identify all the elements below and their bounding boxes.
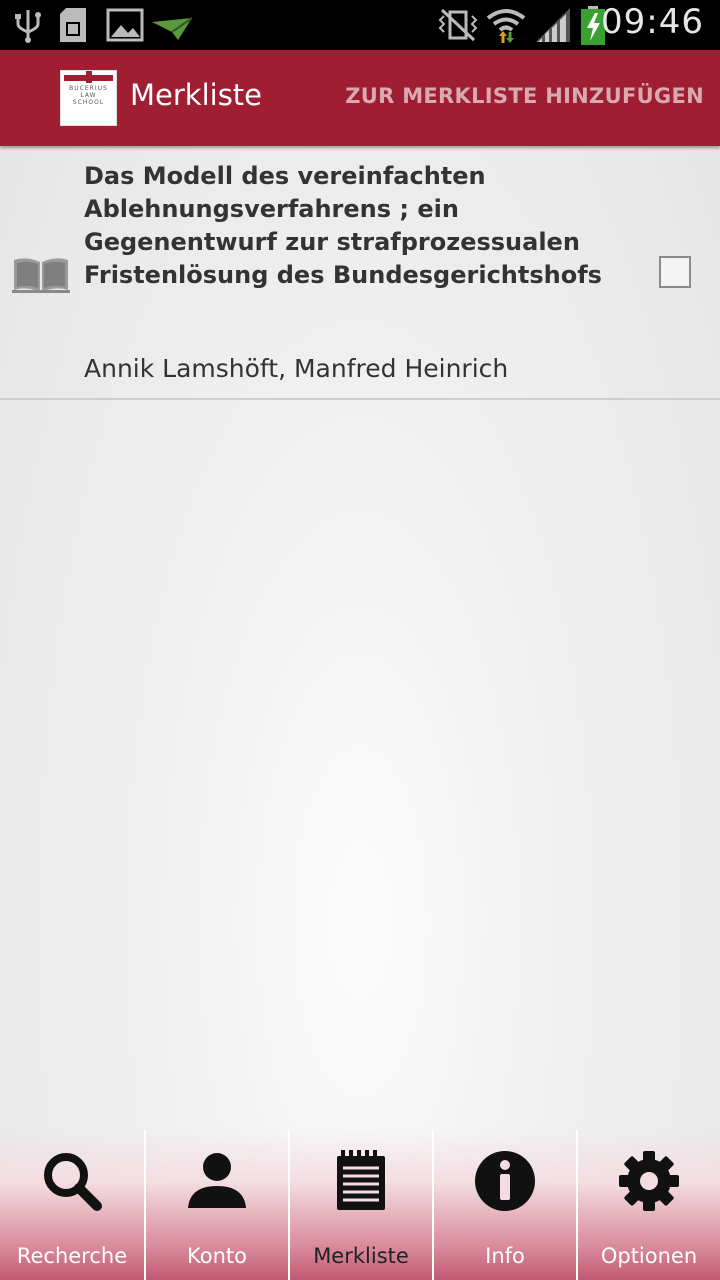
select-checkbox[interactable] — [659, 256, 691, 288]
add-to-merkliste-button[interactable]: ZUR MERKLISTE HINZUFÜGEN — [345, 84, 704, 108]
gear-icon — [618, 1150, 680, 1216]
user-icon — [186, 1150, 248, 1216]
tab-optionen[interactable]: Optionen — [576, 1130, 720, 1280]
info-icon — [474, 1150, 536, 1216]
wifi-icon — [486, 6, 526, 50]
page-title: Merkliste — [130, 78, 263, 112]
tab-konto[interactable]: Konto — [144, 1130, 288, 1280]
search-icon — [41, 1150, 103, 1218]
sd-card-icon — [58, 6, 94, 48]
vibrate-icon — [438, 6, 478, 48]
clock: 09:46 — [601, 2, 704, 42]
bucerius-logo[interactable]: BUCERIUS LAW SCHOOL — [60, 70, 117, 126]
tab-info[interactable]: Info — [432, 1130, 576, 1280]
usb-icon — [14, 6, 42, 48]
item-title: Das Modell des vereinfachten Ablehnungsv… — [84, 162, 602, 289]
tab-label: Recherche — [16, 1244, 128, 1268]
tab-merkliste[interactable]: Merkliste — [288, 1130, 432, 1280]
status-bar: 09:46 — [0, 0, 720, 50]
tab-label: Optionen — [600, 1244, 698, 1268]
tab-recherche[interactable]: Recherche — [0, 1130, 144, 1280]
item-authors: Annik Lamshöft, Manfred Heinrich — [84, 354, 509, 383]
bottom-tab-bar: Recherche Konto Merkliste Info Optionen — [0, 1130, 720, 1280]
paper-plane-icon — [150, 6, 194, 48]
action-bar: BUCERIUS LAW SCHOOL Merkliste ZUR MERKLIST… — [0, 50, 720, 146]
image-icon — [106, 6, 144, 48]
list-item[interactable]: Das Modell des vereinfachten Ablehnungsv… — [0, 148, 720, 400]
tab-label: Konto — [187, 1244, 247, 1268]
signal-icon — [534, 6, 572, 48]
tab-label: Info — [485, 1244, 525, 1268]
notepad-icon — [335, 1150, 387, 1216]
tab-label: Merkliste — [313, 1244, 409, 1268]
book-icon — [12, 254, 70, 298]
